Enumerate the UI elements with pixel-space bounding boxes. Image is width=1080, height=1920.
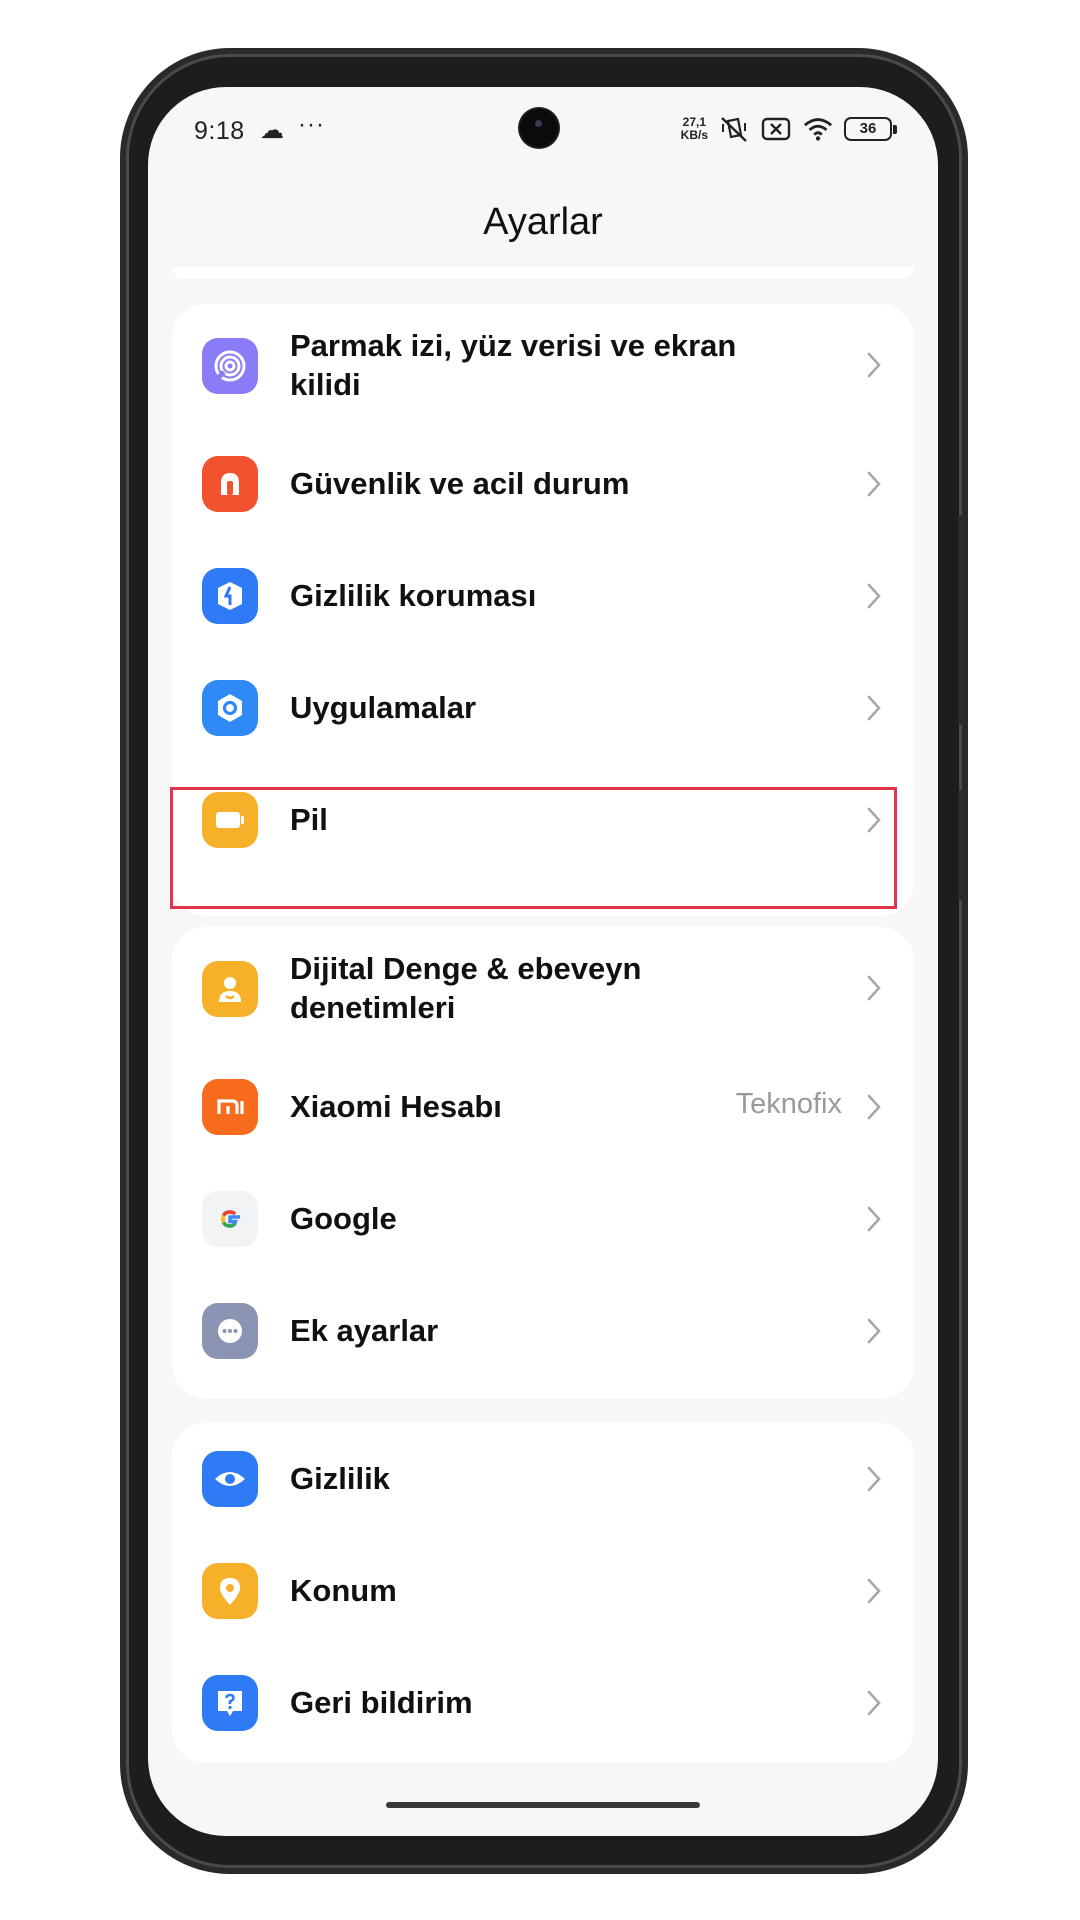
page-title: Ayarlar [483,201,603,243]
settings-group-account: Dijital Denge & ebeveyn denetimleri Xiao… [172,927,914,1399]
chevron-right-icon [867,1578,881,1604]
label-line-2: kilidi [290,367,361,402]
account-name-value: Teknofix [735,1088,842,1120]
settings-item-label: Pil [290,802,328,837]
settings-item-google[interactable]: Google [172,1163,914,1275]
eye-icon [202,1451,258,1507]
settings-item-label: Geri bildirim [290,1685,473,1720]
settings-item-fingerprint[interactable]: Parmak izi, yüz verisi ve ekran kilidi [172,304,914,428]
chevron-right-icon [867,583,881,609]
settings-item-label: Ek ayarlar [290,1313,439,1348]
settings-item-label: Konum [290,1573,397,1608]
front-camera [520,109,558,147]
chevron-right-icon [867,352,881,378]
settings-item-label: Gizlilik koruması [290,578,537,613]
label-line-1: Parmak izi, yüz verisi ve ekran [290,328,737,363]
chevron-right-icon [867,1206,881,1232]
settings-item-privacy-protection[interactable]: Gizlilik koruması [172,540,914,652]
chevron-right-icon [867,807,881,833]
more-notifications-icon: ··· [298,111,325,138]
chevron-right-icon [867,975,881,1001]
status-time: 9:18 [194,117,245,145]
chevron-right-icon [867,1466,881,1492]
settings-item-location[interactable]: Konum [172,1535,914,1647]
settings-item-label: Uygulamalar [290,690,477,725]
wifi-icon [802,115,834,143]
settings-item-additional[interactable]: Ek ayarlar [172,1275,914,1387]
settings-item-apps[interactable]: Uygulamalar [172,652,914,764]
home-indicator[interactable] [386,1802,700,1808]
chevron-right-icon [867,695,881,721]
vibrate-off-icon [718,115,750,143]
settings-group-privacy: Gizlilik Konum Geri bildirim [172,1423,914,1763]
no-sim-icon [760,115,792,143]
settings-item-label: Xiaomi Hesabı [290,1089,502,1124]
battery-indicator: 36 [844,117,897,141]
cloud-icon: ☁ [260,117,284,144]
settings-item-battery[interactable]: Pil [172,764,914,876]
previous-card-edge [172,267,914,279]
settings-screen: 9:18 ☁ ··· 27,1 KB/s 36 Ayarlar Parmak i… [148,87,938,1836]
status-bar: 9:18 ☁ ··· 27,1 KB/s 36 [148,87,938,169]
shield-icon [202,568,258,624]
network-speed-unit: KB/s [680,128,708,142]
settings-item-security-emergency[interactable]: Güvenlik ve acil durum [172,428,914,540]
settings-group-security: Parmak izi, yüz verisi ve ekran kilidi G… [172,304,914,916]
parental-icon [202,961,258,1017]
settings-item-label: Gizlilik [290,1461,390,1496]
google-icon [202,1191,258,1247]
chevron-right-icon [867,1318,881,1344]
settings-item-feedback[interactable]: Geri bildirim [172,1647,914,1759]
mi-icon [202,1079,258,1135]
more-dots-icon [202,1303,258,1359]
settings-item-xiaomi-account[interactable]: Xiaomi Hesabı Teknofix [172,1051,914,1163]
chevron-right-icon [867,1690,881,1716]
settings-item-digital-wellbeing[interactable]: Dijital Denge & ebeveyn denetimleri [172,927,914,1051]
settings-item-privacy[interactable]: Gizlilik [172,1423,914,1535]
fingerprint-icon [202,338,258,394]
settings-item-label: Google [290,1201,397,1236]
power-button [958,790,965,900]
status-icons: 27,1 KB/s 36 [681,111,897,147]
settings-item-label: Dijital Denge & ebeveyn denetimleri [290,949,760,1027]
network-speed: 27,1 KB/s [681,116,708,142]
location-pin-icon [202,1563,258,1619]
feedback-icon [202,1675,258,1731]
battery-icon [202,792,258,848]
chevron-right-icon [867,1094,881,1120]
chevron-right-icon [867,471,881,497]
alarm-icon [202,456,258,512]
hexagon-gear-icon [202,680,258,736]
label-line-2: denetimleri [290,990,456,1025]
volume-button [958,515,965,725]
settings-item-label: Güvenlik ve acil durum [290,466,630,501]
label-line-1: Dijital Denge & ebeveyn [290,951,642,986]
settings-item-label: Parmak izi, yüz verisi ve ekran kilidi [290,326,760,404]
